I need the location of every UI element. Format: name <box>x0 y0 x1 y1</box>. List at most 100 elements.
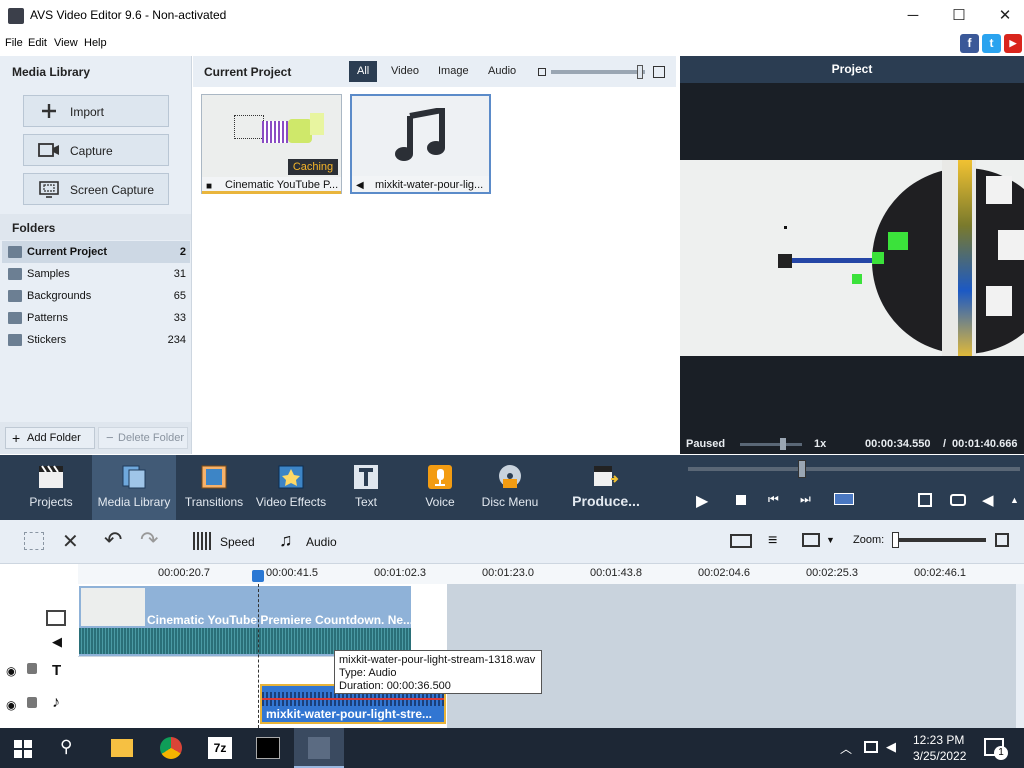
total-time: 00:01:40.666 <box>952 438 1018 450</box>
timeline-scrollbar[interactable] <box>1016 584 1024 728</box>
video-clip[interactable]: Cinematic YouTube Premiere Countdown. Ne… <box>79 586 414 656</box>
capture-button[interactable]: Capture <box>23 134 169 166</box>
clip-thumbnail <box>81 588 145 626</box>
tab-all[interactable]: All <box>349 61 378 82</box>
folder-backgrounds[interactable]: Backgrounds 65 <box>2 285 190 307</box>
menu-edit[interactable]: Edit <box>28 37 47 49</box>
media-item-video[interactable]: Caching ■ Cinematic YouTube P... <box>201 94 342 194</box>
audio-mixer-icon[interactable]: ≡ <box>768 532 777 550</box>
clock-date[interactable]: 3/25/2022 <box>913 749 966 763</box>
small-thumbs-icon[interactable] <box>538 68 546 76</box>
toolbar-video-effects[interactable]: Video Effects <box>251 455 331 520</box>
7zip-icon[interactable]: 7z <box>208 737 232 759</box>
speaker-icon[interactable]: ◀ <box>886 739 896 755</box>
delete-folder-button[interactable]: − Delete Folder <box>98 427 188 449</box>
eye-icon[interactable]: ◉ <box>6 698 16 712</box>
menu-file[interactable]: File <box>5 37 23 49</box>
folder-patterns[interactable]: Patterns 33 <box>2 307 190 329</box>
twitter-icon[interactable]: t <box>982 34 1001 53</box>
music-note-icon: ♫ <box>279 530 293 550</box>
toolbar-transitions[interactable]: Transitions <box>174 455 254 520</box>
minimize-button[interactable]: ─ <box>890 0 936 31</box>
lock-icon[interactable] <box>27 697 37 708</box>
preview-canvas[interactable] <box>680 160 1024 356</box>
current-time: 00:00:34.550 <box>865 438 931 450</box>
chevron-down-icon[interactable]: ▼ <box>826 535 835 545</box>
file-explorer-icon[interactable] <box>111 739 133 757</box>
folder-icon <box>8 268 22 280</box>
fullscreen-icon[interactable] <box>918 493 932 507</box>
screen-capture-button[interactable]: Screen Capture <box>23 173 169 205</box>
monitor-icon[interactable] <box>802 533 820 547</box>
chrome-icon[interactable] <box>160 737 182 759</box>
slider-handle[interactable] <box>637 65 643 79</box>
add-folder-button[interactable]: + Add Folder <box>5 427 95 449</box>
storyboard-icon[interactable] <box>24 532 44 550</box>
toolbar-label: Video Effects <box>255 495 327 509</box>
stop-icon[interactable] <box>736 495 746 505</box>
network-icon[interactable] <box>864 741 878 753</box>
toolbar-text[interactable]: Text <box>326 455 406 520</box>
maximize-button[interactable]: ☐ <box>936 0 982 31</box>
thumb-size-slider[interactable] <box>551 65 645 79</box>
next-frame-icon[interactable]: ⏭ <box>800 492 811 507</box>
toolbar-projects[interactable]: Projects <box>11 455 91 520</box>
toolbar-voice[interactable]: Voice <box>400 455 480 520</box>
folder-samples[interactable]: Samples 31 <box>2 263 190 285</box>
lock-icon[interactable] <box>27 663 37 674</box>
folder-stickers[interactable]: Stickers 234 <box>2 329 190 351</box>
volume-icon[interactable]: ◀ <box>982 491 994 509</box>
snapshot-icon[interactable] <box>950 494 966 506</box>
slider-handle[interactable] <box>780 438 786 450</box>
split-icon[interactable] <box>834 493 854 505</box>
timeline-ruler[interactable]: 00:00:20.7 00:00:41.5 00:01:02.3 00:01:2… <box>78 564 1024 584</box>
tab-audio[interactable]: Audio <box>480 61 524 82</box>
seek-handle[interactable] <box>798 460 806 478</box>
folder-current-project[interactable]: Current Project 2 <box>2 241 190 263</box>
redo-icon[interactable]: ↷ <box>140 527 158 553</box>
speed-icon <box>193 532 213 550</box>
undo-icon[interactable]: ↶ <box>104 527 122 553</box>
playback-seek-bar[interactable] <box>688 460 1020 478</box>
trim-icon[interactable] <box>730 534 752 548</box>
import-button[interactable]: Import <box>23 95 169 127</box>
zoom-slider[interactable] <box>892 532 986 548</box>
eye-icon[interactable]: ◉ <box>6 664 16 678</box>
toolbar-disc-menu[interactable]: Disc Menu <box>470 455 550 520</box>
facebook-icon[interactable]: f <box>960 34 979 53</box>
search-icon[interactable]: ⚲ <box>60 737 72 757</box>
large-thumbs-icon[interactable] <box>653 66 665 78</box>
plus-icon <box>42 104 56 118</box>
menu-help[interactable]: Help <box>84 37 107 49</box>
zoom-handle[interactable] <box>892 532 899 548</box>
youtube-icon[interactable]: ▶ <box>1004 34 1022 53</box>
notification-icon[interactable]: 1 <box>984 738 1008 760</box>
avs-taskbar-item[interactable] <box>294 728 344 768</box>
delete-icon[interactable]: ✕ <box>62 529 79 554</box>
previous-frame-icon[interactable]: ⏮ <box>768 492 779 507</box>
ruler-tick: 00:00:20.7 <box>158 567 210 579</box>
toolbar-produce[interactable]: Produce... <box>566 455 646 520</box>
windows-start-icon[interactable] <box>14 740 32 758</box>
tooltip-type: Type: Audio <box>339 667 397 679</box>
close-button[interactable]: ✕ <box>982 0 1024 31</box>
video-clip-label: Cinematic YouTube Premiere Countdown. Ne… <box>147 613 414 627</box>
audio-button[interactable]: ♫ Audio <box>279 530 359 553</box>
terminal-icon[interactable] <box>256 737 280 759</box>
media-item-audio[interactable]: ◀ mixkit-water-pour-lig... <box>350 94 491 194</box>
chevron-up-icon[interactable]: ︿ <box>840 740 852 757</box>
fit-timeline-icon[interactable] <box>995 533 1009 547</box>
tab-video[interactable]: Video <box>383 61 427 82</box>
speed-slider[interactable] <box>740 438 802 450</box>
speed-button[interactable]: Speed <box>193 531 273 553</box>
media-item-label: mixkit-water-pour-lig... <box>375 179 484 191</box>
play-icon[interactable]: ▶ <box>696 491 708 511</box>
playhead-marker[interactable] <box>252 570 264 582</box>
toolbar-label: Media Library <box>97 495 171 509</box>
clock-time[interactable]: 12:23 PM <box>913 733 964 747</box>
mute-icon[interactable]: ◀ <box>52 634 62 650</box>
toolbar-media-library[interactable]: Media Library <box>92 455 176 520</box>
chevron-up-icon[interactable]: ▲ <box>1010 495 1019 505</box>
tab-image[interactable]: Image <box>430 61 477 82</box>
menu-view[interactable]: View <box>54 37 78 49</box>
